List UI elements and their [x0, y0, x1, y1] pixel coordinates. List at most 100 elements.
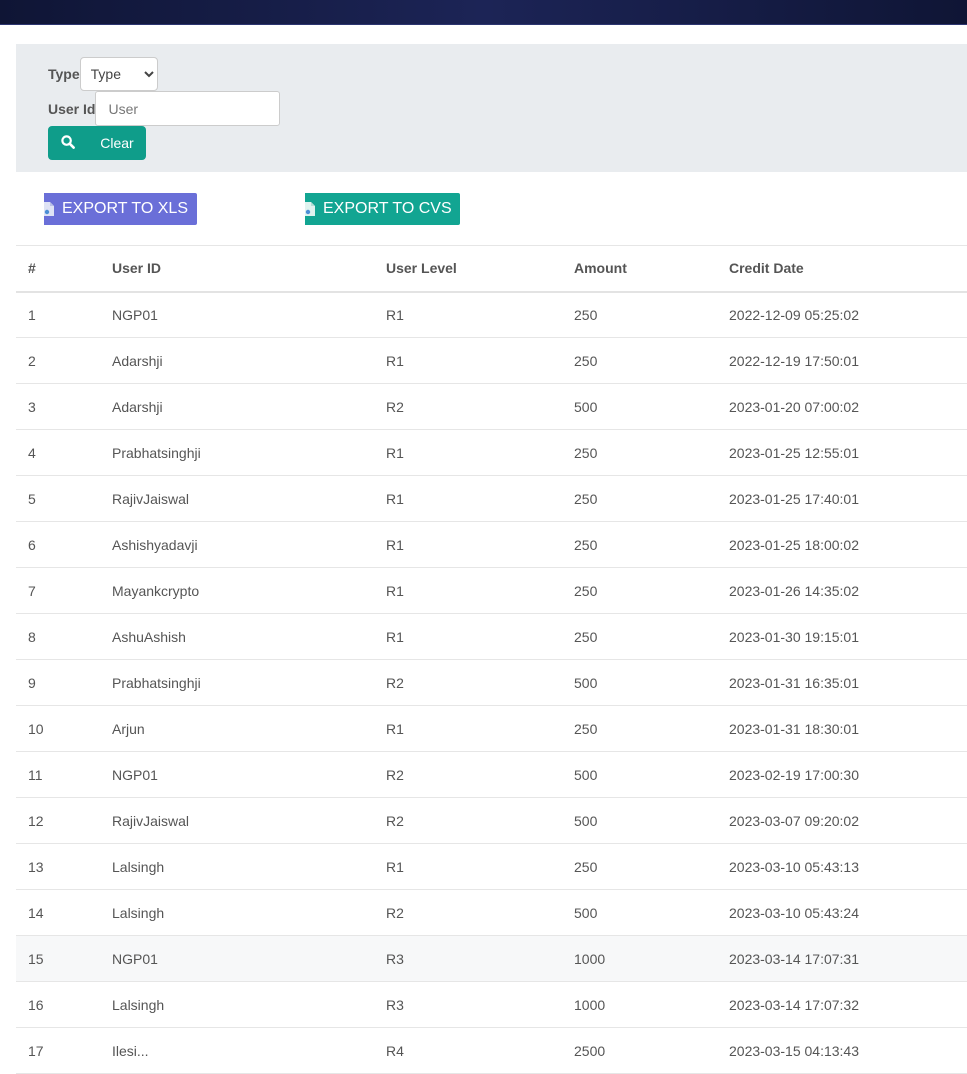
- credit-date-cell: 2023-03-14 17:07:31: [717, 935, 967, 982]
- table-row: 12 RajivJaiswal R2 500 2023-03-07 09:20:02: [16, 797, 967, 844]
- amount-cell: 500: [562, 659, 717, 706]
- row-index: 9: [16, 659, 100, 706]
- userid-input[interactable]: [95, 91, 281, 126]
- user-id-cell: Lalsingh: [100, 889, 374, 936]
- user-id-cell: NGP01: [100, 291, 374, 338]
- export-xls-button[interactable]: EXPORT TO XLS: [44, 193, 197, 225]
- amount-cell: 250: [562, 567, 717, 614]
- type-filter-row: Type Type: [48, 57, 158, 91]
- user-level-cell: R1: [374, 291, 562, 338]
- amount-cell: 1000: [562, 981, 717, 1028]
- credit-date-cell: 2022-12-09 05:25:02: [717, 291, 967, 338]
- amount-cell: 1000: [562, 935, 717, 982]
- user-id-cell: Ashishyadavji: [100, 521, 374, 568]
- amount-cell: 250: [562, 429, 717, 476]
- user-level-cell: R1: [374, 429, 562, 476]
- table-row: 14 Lalsingh R2 500 2023-03-10 05:43:24: [16, 889, 967, 936]
- top-navbar: [0, 0, 967, 25]
- credit-date-cell: 2023-01-25 17:40:01: [717, 475, 967, 522]
- column-header-credit-date[interactable]: Credit Date: [717, 245, 967, 293]
- column-header-user-id[interactable]: User ID: [100, 245, 374, 293]
- credit-date-cell: 2023-01-25 18:00:02: [717, 521, 967, 568]
- user-level-cell: R1: [374, 521, 562, 568]
- table-row: 6 Ashishyadavji R1 250 2023-01-25 18:00:02: [16, 521, 967, 568]
- user-level-cell: R1: [374, 613, 562, 660]
- user-id-cell: NGP01: [100, 935, 374, 982]
- user-level-cell: R1: [374, 475, 562, 522]
- table-row: 17 Ilesi... R4 2500 2023-03-15 04:13:43: [16, 1027, 967, 1074]
- filter-actions: Clear: [48, 126, 146, 160]
- user-id-cell: Prabhatsinghji: [100, 659, 374, 706]
- table-header-row: # User ID User Level Amount Credit Date: [16, 245, 967, 293]
- amount-cell: 250: [562, 843, 717, 890]
- credit-date-cell: 2023-01-31 16:35:01: [717, 659, 967, 706]
- user-id-cell: Prabhatsinghji: [100, 429, 374, 476]
- row-index: 10: [16, 705, 100, 752]
- table-row: 10 Arjun R1 250 2023-01-31 18:30:01: [16, 705, 967, 752]
- row-index: 3: [16, 383, 100, 430]
- export-cvs-button[interactable]: EXPORT TO CVS: [305, 193, 460, 225]
- amount-cell: 500: [562, 797, 717, 844]
- user-level-cell: R1: [374, 337, 562, 384]
- file-icon: [44, 202, 54, 216]
- amount-cell: 250: [562, 337, 717, 384]
- user-level-cell: R2: [374, 383, 562, 430]
- credit-date-cell: 2023-03-07 09:20:02: [717, 797, 967, 844]
- clear-button[interactable]: Clear: [88, 126, 146, 160]
- table-row: 2 Adarshji R1 250 2022-12-19 17:50:01: [16, 337, 967, 384]
- table-row: 5 RajivJaiswal R1 250 2023-01-25 17:40:01: [16, 475, 967, 522]
- user-id-cell: Lalsingh: [100, 981, 374, 1028]
- search-button[interactable]: [48, 126, 88, 160]
- userid-label: User Id: [48, 100, 96, 117]
- amount-cell: 250: [562, 613, 717, 660]
- row-index: 8: [16, 613, 100, 660]
- table-row: 9 Prabhatsinghji R2 500 2023-01-31 16:35:01: [16, 659, 967, 706]
- user-id-cell: Ilesi...: [100, 1027, 374, 1074]
- row-index: 12: [16, 797, 100, 844]
- column-header-amount[interactable]: Amount: [562, 245, 717, 293]
- row-index: 17: [16, 1027, 100, 1074]
- credit-date-cell: 2023-03-15 04:13:43: [717, 1027, 967, 1074]
- export-xls-label: EXPORT TO XLS: [62, 200, 188, 217]
- table-row: 1 NGP01 R1 250 2022-12-09 05:25:02: [16, 291, 967, 338]
- credit-date-cell: 2023-01-31 18:30:01: [717, 705, 967, 752]
- type-label: Type: [48, 66, 80, 82]
- user-level-cell: R3: [374, 935, 562, 982]
- credit-date-cell: 2023-03-10 05:43:24: [717, 889, 967, 936]
- row-index: 4: [16, 429, 100, 476]
- user-id-cell: Lalsingh: [100, 843, 374, 890]
- table-row: 11 NGP01 R2 500 2023-02-19 17:00:30: [16, 751, 967, 798]
- column-header-user-level[interactable]: User Level: [374, 245, 562, 293]
- user-level-cell: R4: [374, 1027, 562, 1074]
- user-level-cell: R1: [374, 705, 562, 752]
- user-level-cell: R2: [374, 797, 562, 844]
- credit-date-cell: 2023-01-30 19:15:01: [717, 613, 967, 660]
- credit-date-cell: 2023-02-19 17:00:30: [717, 751, 967, 798]
- amount-cell: 2500: [562, 1027, 717, 1074]
- user-id-cell: NGP01: [100, 751, 374, 798]
- column-header-index[interactable]: #: [16, 245, 100, 293]
- amount-cell: 250: [562, 475, 717, 522]
- user-id-cell: Adarshji: [100, 383, 374, 430]
- user-level-cell: R1: [374, 567, 562, 614]
- export-cvs-label: EXPORT TO CVS: [323, 200, 452, 217]
- row-index: 6: [16, 521, 100, 568]
- credit-date-cell: 2023-01-20 07:00:02: [717, 383, 967, 430]
- user-level-cell: R3: [374, 981, 562, 1028]
- row-index: 5: [16, 475, 100, 522]
- credit-date-cell: 2023-01-25 12:55:01: [717, 429, 967, 476]
- user-id-cell: AshuAshish: [100, 613, 374, 660]
- amount-cell: 500: [562, 383, 717, 430]
- credit-date-cell: 2022-12-19 17:50:01: [717, 337, 967, 384]
- type-select[interactable]: Type: [79, 57, 158, 91]
- user-level-cell: R2: [374, 659, 562, 706]
- user-id-cell: Adarshji: [100, 337, 374, 384]
- row-index: 1: [16, 291, 100, 338]
- table-row: 4 Prabhatsinghji R1 250 2023-01-25 12:55:01: [16, 429, 967, 476]
- amount-cell: 250: [562, 521, 717, 568]
- table-body: 1 NGP01 R1 250 2022-12-09 05:25:02 2 Adarshji R…: [16, 291, 967, 1074]
- row-index: 11: [16, 751, 100, 798]
- table-row: 15 NGP01 R3 1000 2023-03-14 17:07:31: [16, 935, 967, 982]
- row-index: 2: [16, 337, 100, 384]
- table-row: 13 Lalsingh R1 250 2023-03-10 05:43:13: [16, 843, 967, 890]
